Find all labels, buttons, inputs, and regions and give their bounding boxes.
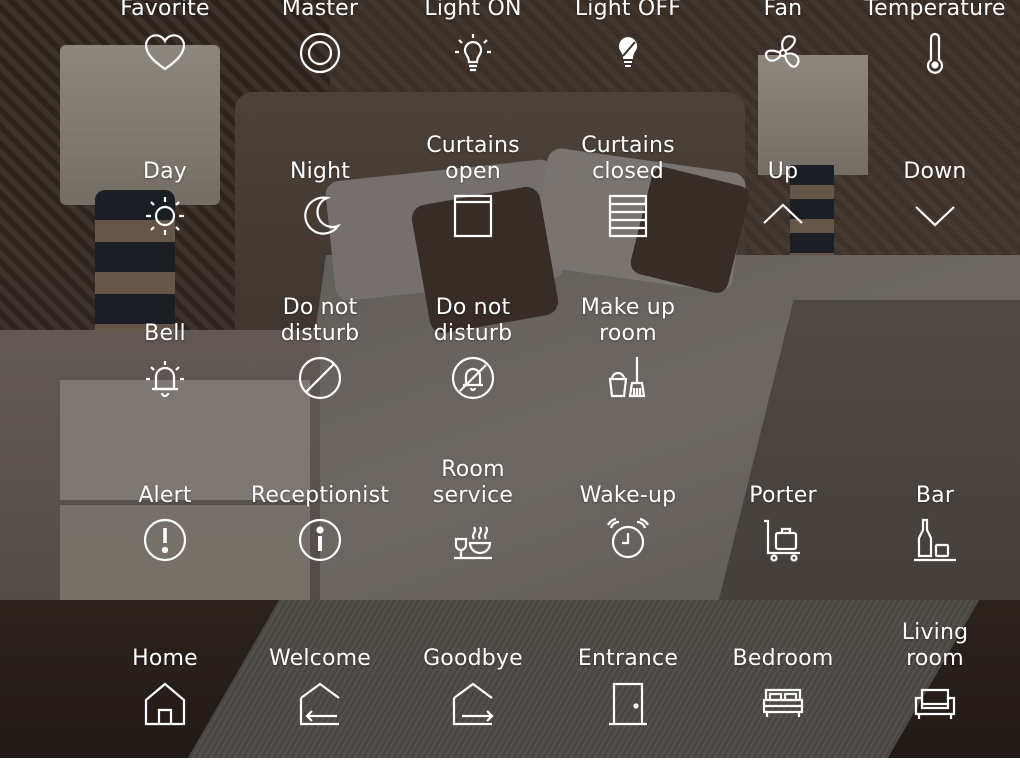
porter-button[interactable]: Porter bbox=[708, 455, 858, 605]
living-room-button[interactable]: Living room bbox=[860, 618, 1010, 768]
alert-button[interactable]: Alert bbox=[90, 455, 240, 605]
chevron-down-icon bbox=[912, 193, 958, 239]
heart-icon bbox=[142, 30, 188, 76]
control-grid: Favorite Master Light ON Light OFF Fan T… bbox=[0, 0, 1020, 758]
light-off-label: Light OFF bbox=[574, 0, 682, 21]
make-up-room-label: Make up room bbox=[580, 295, 676, 346]
alarm-clock-icon bbox=[605, 517, 651, 563]
temperature-label: Temperature bbox=[864, 0, 1006, 21]
curtains-open-label: Curtains open bbox=[426, 133, 520, 184]
info-icon bbox=[297, 517, 343, 563]
room-service-button[interactable]: Room service bbox=[398, 455, 548, 605]
curtains-closed-label: Curtains closed bbox=[581, 133, 675, 184]
master-label: Master bbox=[281, 0, 359, 21]
bed-icon bbox=[760, 680, 806, 726]
wake-up-button[interactable]: Wake-up bbox=[553, 455, 703, 605]
home-label: Home bbox=[132, 646, 198, 671]
light-on-label: Light ON bbox=[424, 0, 522, 21]
do-not-disturb-button[interactable]: Do not disturb bbox=[245, 293, 395, 443]
bell-ringing-icon bbox=[142, 355, 188, 401]
bulb-off-icon bbox=[605, 30, 651, 76]
welcome-label: Welcome bbox=[268, 646, 372, 671]
night-button[interactable]: Night bbox=[245, 131, 395, 281]
down-button[interactable]: Down bbox=[860, 131, 1010, 281]
do-not-disturb-label: Do not disturb bbox=[280, 295, 360, 346]
curtains-closed-button[interactable]: Curtains closed bbox=[553, 131, 703, 281]
room-service-label: Room service bbox=[432, 457, 514, 508]
day-button[interactable]: Day bbox=[90, 131, 240, 281]
favorite-label: Favorite bbox=[120, 0, 210, 21]
fan-button[interactable]: Fan bbox=[708, 0, 858, 118]
fan-icon bbox=[760, 30, 806, 76]
ring-icon bbox=[297, 30, 343, 76]
do-not-disturb-bell-label: Do not disturb bbox=[433, 295, 513, 346]
bedroom-button[interactable]: Bedroom bbox=[708, 618, 858, 768]
fan-label: Fan bbox=[763, 0, 803, 21]
welcome-button[interactable]: Welcome bbox=[245, 618, 395, 768]
receptionist-button[interactable]: Receptionist bbox=[245, 455, 395, 605]
goodbye-label: Goodbye bbox=[423, 646, 523, 671]
luggage-cart-icon bbox=[760, 517, 806, 563]
door-icon bbox=[605, 680, 651, 726]
porter-label: Porter bbox=[749, 483, 817, 508]
day-label: Day bbox=[142, 159, 188, 184]
bell-off-icon bbox=[450, 355, 496, 401]
temperature-button[interactable]: Temperature bbox=[860, 0, 1010, 118]
night-label: Night bbox=[289, 159, 351, 184]
curtains-open-button[interactable]: Curtains open bbox=[398, 131, 548, 281]
exclamation-icon bbox=[142, 517, 188, 563]
sun-icon bbox=[142, 193, 188, 239]
bucket-broom-icon bbox=[605, 355, 651, 401]
receptionist-label: Receptionist bbox=[250, 483, 390, 508]
room-service-icon bbox=[450, 517, 496, 563]
home-button[interactable]: Home bbox=[90, 618, 240, 768]
bottle-glass-icon bbox=[912, 517, 958, 563]
house-enter-icon bbox=[297, 680, 343, 726]
entrance-label: Entrance bbox=[577, 646, 679, 671]
living-room-label: Living room bbox=[901, 620, 969, 671]
house-icon bbox=[142, 680, 188, 726]
prohibited-icon bbox=[297, 355, 343, 401]
bulb-on-icon bbox=[450, 30, 496, 76]
thermometer-icon bbox=[912, 30, 958, 76]
sofa-icon bbox=[912, 680, 958, 726]
up-button[interactable]: Up bbox=[708, 131, 858, 281]
curtains-open-icon bbox=[450, 193, 496, 239]
alert-label: Alert bbox=[138, 483, 192, 508]
up-label: Up bbox=[767, 159, 799, 184]
make-up-room-button[interactable]: Make up room bbox=[553, 293, 703, 443]
entrance-button[interactable]: Entrance bbox=[553, 618, 703, 768]
bar-button[interactable]: Bar bbox=[860, 455, 1010, 605]
house-exit-icon bbox=[450, 680, 496, 726]
favorite-button[interactable]: Favorite bbox=[90, 0, 240, 118]
bell-label: Bell bbox=[144, 321, 186, 346]
bell-button[interactable]: Bell bbox=[90, 293, 240, 443]
master-button[interactable]: Master bbox=[245, 0, 395, 118]
bar-label: Bar bbox=[915, 483, 955, 508]
moon-icon bbox=[297, 193, 343, 239]
do-not-disturb-bell-button[interactable]: Do not disturb bbox=[398, 293, 548, 443]
down-label: Down bbox=[903, 159, 967, 184]
bedroom-label: Bedroom bbox=[732, 646, 834, 671]
chevron-up-icon bbox=[760, 193, 806, 239]
wake-up-label: Wake-up bbox=[579, 483, 677, 508]
curtains-closed-icon bbox=[605, 193, 651, 239]
light-on-button[interactable]: Light ON bbox=[398, 0, 548, 118]
light-off-button[interactable]: Light OFF bbox=[553, 0, 703, 118]
goodbye-button[interactable]: Goodbye bbox=[398, 618, 548, 768]
